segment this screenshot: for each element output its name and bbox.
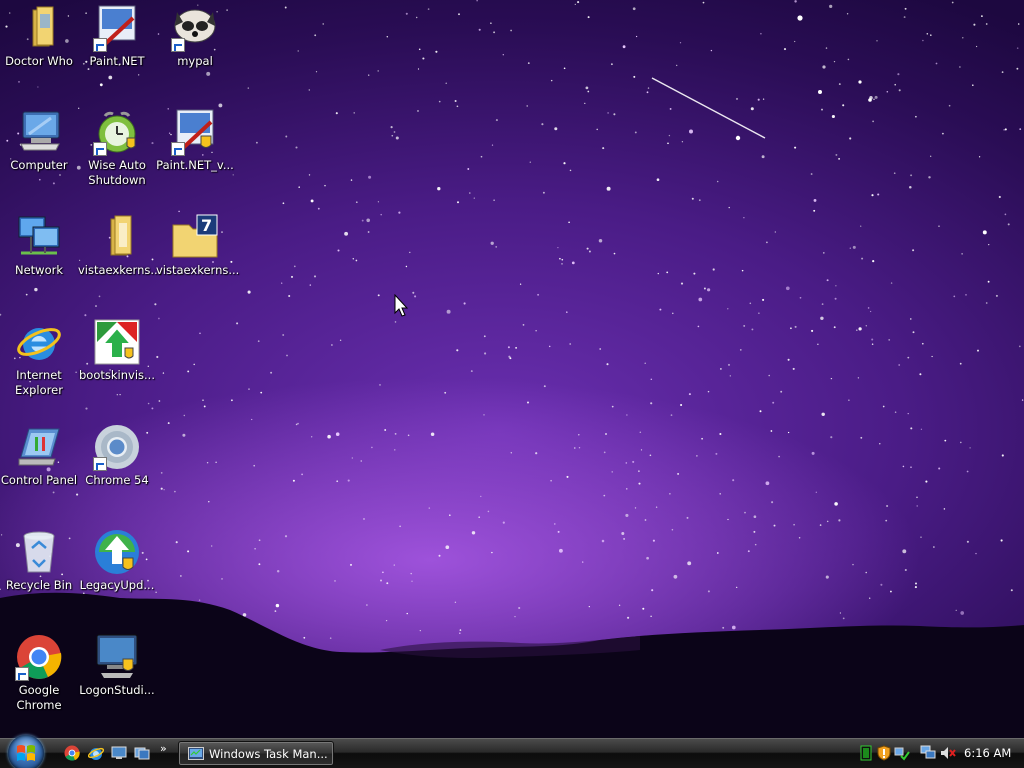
internet-explorer-icon — [15, 318, 63, 366]
desktop-icon-bootskinvis[interactable]: bootskinvis... — [78, 318, 156, 383]
desktop-icon-network[interactable]: Network — [0, 213, 78, 278]
system-tray: 6:16 AM — [852, 741, 1024, 767]
desktop-icon-chrome-54[interactable]: Chrome 54 — [78, 423, 156, 488]
desktop-icon-control-panel[interactable]: Control Panel — [0, 423, 78, 488]
desktop-icon-mypal[interactable]: mypal — [156, 4, 234, 69]
recycle-bin-icon — [15, 528, 63, 576]
quicklaunch-more-chevron[interactable]: » — [160, 742, 167, 755]
quicklaunch-chrome-icon[interactable] — [64, 745, 80, 761]
folder-icon — [93, 213, 141, 261]
shortcut-arrow-icon — [93, 457, 107, 471]
desktop-icon-wise-auto-shutdown[interactable]: Wise Auto Shutdown — [78, 108, 156, 188]
taskbar-button-task-manager[interactable]: Windows Task Man... — [178, 741, 334, 766]
shortcut-arrow-icon — [93, 38, 107, 52]
security-shield-icon[interactable] — [876, 745, 892, 761]
desktop-icon-paint-net[interactable]: Paint.NET — [78, 4, 156, 69]
mouse-cursor-icon — [394, 294, 408, 317]
system-clock[interactable]: 6:16 AM — [964, 746, 1011, 760]
desktop-icon-computer[interactable]: Computer — [0, 108, 78, 173]
paintnet-icon — [93, 4, 141, 52]
shortcut-arrow-icon — [15, 667, 29, 681]
volume-muted-icon[interactable] — [940, 745, 956, 761]
shortcut-arrow-icon — [171, 142, 185, 156]
network-icon — [15, 213, 63, 261]
control-panel-icon — [15, 423, 63, 471]
legacy-update-icon — [93, 528, 141, 576]
svg-text:7: 7 — [201, 216, 212, 235]
desktop-icon-doctor-who[interactable]: Doctor Who — [0, 4, 78, 69]
desktop-icon-recycle-bin[interactable]: Recycle Bin — [0, 528, 78, 593]
desktop-background[interactable]: Doctor Who Computer Network Internet Exp… — [0, 0, 1024, 738]
7zip-archive-icon: 7 — [171, 213, 219, 261]
task-manager-icon — [188, 747, 204, 760]
folder-icon — [15, 4, 63, 52]
paintnet-installer-icon — [171, 108, 219, 156]
task-manager-cpu-icon[interactable] — [858, 745, 874, 761]
mypal-icon — [171, 4, 219, 52]
shooting-star — [651, 77, 766, 139]
desktop-icon-vistaexkerns-folder[interactable]: vistaexkerns... — [78, 213, 161, 278]
wise-auto-shutdown-icon — [93, 108, 141, 156]
quicklaunch-switch-windows-icon[interactable] — [134, 745, 150, 761]
chrome-icon — [15, 633, 63, 681]
desktop-icon-logonstudio[interactable]: LogonStudi... — [78, 633, 156, 698]
computer-icon — [15, 108, 63, 156]
desktop-icon-google-chrome[interactable]: Google Chrome — [0, 633, 78, 713]
network-check-icon[interactable] — [894, 745, 910, 761]
desktop-icon-paint-net-installer[interactable]: Paint.NET_v... — [156, 108, 234, 173]
desktop-icon-legacy-update[interactable]: LegacyUpd... — [78, 528, 156, 593]
quicklaunch-show-desktop-icon[interactable] — [111, 745, 127, 761]
taskbar: » Windows Task Man... 6:16 AM — [0, 735, 1024, 768]
desktop-icon-internet-explorer[interactable]: Internet Explorer — [0, 318, 78, 398]
quicklaunch-internet-explorer-icon[interactable] — [88, 745, 104, 761]
desktop-icon-vistaexkerns-archive[interactable]: 7 vistaexkerns... — [156, 213, 239, 278]
shortcut-arrow-icon — [93, 142, 107, 156]
chrome-54-icon — [93, 423, 141, 471]
logonstudio-icon — [93, 633, 141, 681]
bootskin-installer-icon — [93, 318, 141, 366]
windows-start-orb-icon[interactable] — [8, 735, 44, 768]
network-icon[interactable] — [920, 745, 936, 761]
shortcut-arrow-icon — [171, 38, 185, 52]
